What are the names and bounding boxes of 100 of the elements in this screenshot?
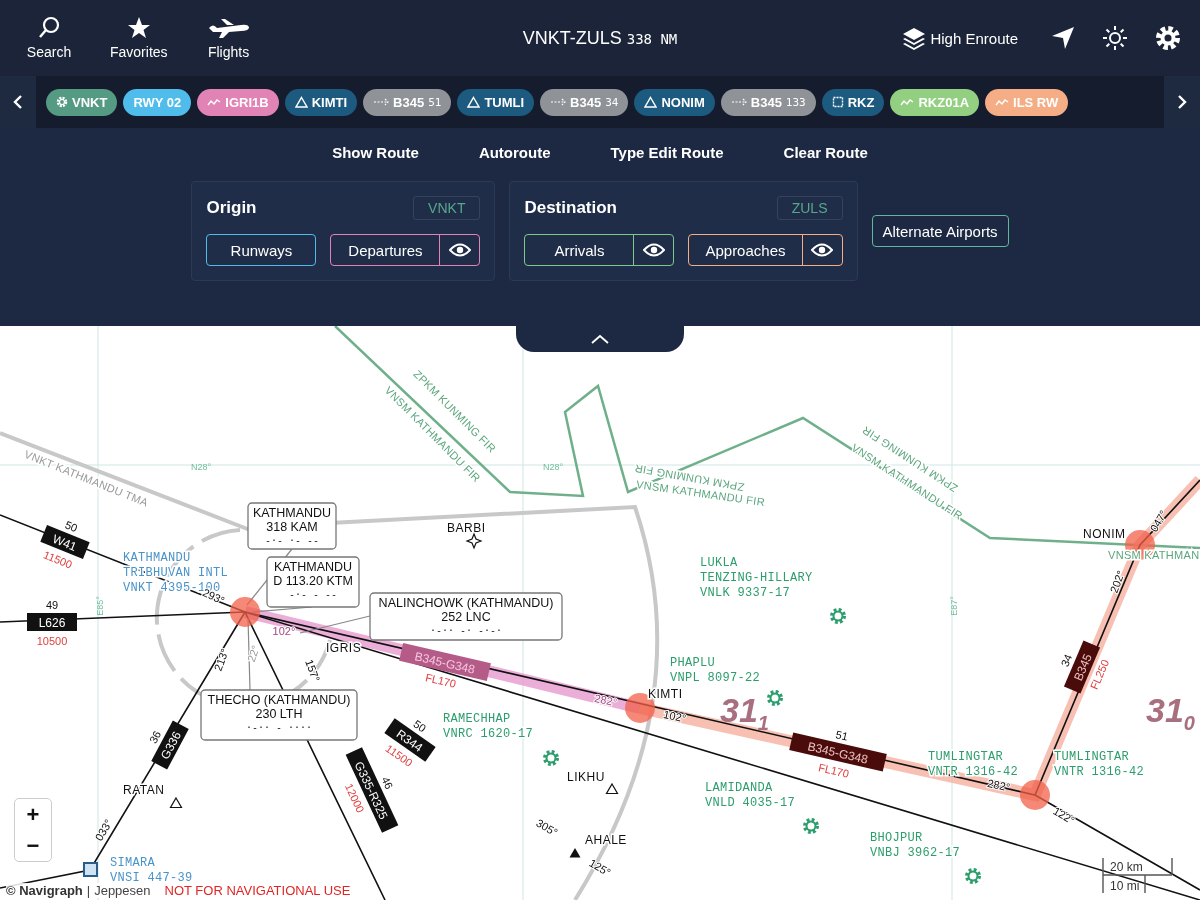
procedure-button[interactable]: Arrivals <box>525 235 634 265</box>
scale-label: 10 mi <box>1110 879 1140 893</box>
morse-code: ·-·· - ···· <box>245 722 313 733</box>
course-label: 282° <box>986 776 1012 794</box>
eye-icon <box>448 243 471 257</box>
layer-button[interactable]: High Enroute <box>896 25 1024 51</box>
route-action-button[interactable]: Autoroute <box>466 140 563 165</box>
gear-icon <box>830 608 846 624</box>
star-icon <box>126 16 151 40</box>
grid-label: N28° <box>542 462 564 472</box>
airport-symbol <box>83 862 98 877</box>
airport-label: TUMLINGTAR VNTR 1316-42 <box>1054 750 1144 779</box>
triangle-icon <box>467 96 481 108</box>
scroll-right-button[interactable] <box>1164 76 1200 128</box>
route-chip[interactable]: NONIM <box>634 88 715 116</box>
route-chip[interactable]: RKZ <box>821 88 885 116</box>
route-point-marker[interactable] <box>1020 780 1050 810</box>
procedure-button[interactable]: Runways <box>207 235 316 265</box>
toolbar-button[interactable]: Search <box>18 10 80 66</box>
dotted-arrow-icon <box>373 98 390 106</box>
dotted-arrow-icon <box>730 98 747 106</box>
brightness-icon[interactable] <box>1102 25 1128 51</box>
map-drawing[interactable] <box>0 326 1200 900</box>
copyright-text: © Navigraph <box>6 883 83 898</box>
waypoint-label: LIKHU <box>567 770 605 784</box>
airport-label: RAMECHHAP VNRC 1620-17 <box>443 712 533 741</box>
navaid-frequency: 230 LTH <box>255 707 303 721</box>
scale-bar <box>1102 857 1173 894</box>
square-icon <box>831 96 844 108</box>
route-action-button[interactable]: Clear Route <box>771 140 880 165</box>
navaid-frequency: 318 KAM <box>266 520 318 534</box>
zigzag-icon <box>995 97 1010 107</box>
location-arrow-icon[interactable] <box>1050 25 1076 51</box>
course-label: 102° <box>272 625 296 637</box>
waypoint-triangle-icon <box>605 782 619 795</box>
settings-icon[interactable] <box>1154 24 1182 52</box>
waypoint-star-icon <box>465 532 483 550</box>
layers-icon <box>902 26 927 50</box>
route-action-button[interactable]: Type Edit Route <box>598 140 736 165</box>
navaid-name: NALINCHOWK (KATHMANDU) <box>378 596 554 610</box>
waypoint-label: NONIM <box>1083 527 1126 541</box>
collapse-panel-button[interactable] <box>516 326 684 352</box>
course-label: 22° <box>244 643 262 664</box>
chevron-left-icon <box>12 94 24 110</box>
waypoint-triangle-icon <box>569 848 581 858</box>
navaid-name: KATHMANDU <box>252 506 332 520</box>
search-icon <box>37 16 61 40</box>
toolbar-button[interactable]: Flights <box>197 10 260 66</box>
course-label: 282° <box>593 691 619 709</box>
provider-text: Jeppesen <box>94 883 151 898</box>
waypoint-label: KIMTI <box>648 687 683 701</box>
course-label: 102° <box>662 707 688 725</box>
chevron-right-icon <box>1176 94 1188 110</box>
separator-text: | <box>86 883 91 898</box>
grid-label: E87° <box>949 596 959 616</box>
airport-label: LAMIDANDA VNLD 4035-17 <box>705 781 795 810</box>
gear-icon <box>543 750 559 766</box>
dotted-arrow-icon <box>550 98 567 106</box>
zigzag-icon <box>207 97 222 107</box>
warning-text: NOT FOR NAVIGATIONAL USE <box>164 883 351 898</box>
gear-icon <box>965 868 981 884</box>
airport-label: BHOJPUR VNBJ 3962-17 <box>870 831 960 860</box>
navaid-frequency: D 113.20 KTM <box>273 574 353 588</box>
route-point-marker[interactable] <box>230 597 260 627</box>
gear-icon <box>803 818 819 834</box>
procedure-button[interactable]: Departures <box>331 235 440 265</box>
airway-label: L626 <box>27 613 77 631</box>
navaid-frequency: 252 LNC <box>441 610 491 624</box>
morse-code: -·- ·- -- <box>264 535 320 546</box>
course-label: 122° <box>1051 804 1077 827</box>
route-chip[interactable]: KIMTI <box>284 88 358 116</box>
toolbar-button[interactable]: Favorites <box>102 10 176 66</box>
airport-label: PHAPLU VNPL 8097-22 <box>670 656 760 685</box>
course-label: 125° <box>587 856 613 879</box>
navaid-name: KATHMANDU <box>273 560 353 574</box>
card-title: Destination <box>524 198 617 218</box>
airway-altitude: 10500 <box>36 635 68 647</box>
eye-icon <box>811 243 833 257</box>
grid-label: E85° <box>95 596 105 616</box>
airport-code: ZULS <box>776 196 843 220</box>
route-title: VNKT-ZULS 338 NM <box>522 27 678 49</box>
waypoint-label: AHALE <box>585 833 627 847</box>
airport-label: SIMARA VNSI 447-39 <box>110 856 193 885</box>
leader-line <box>299 615 371 634</box>
card-title: Origin <box>206 198 257 218</box>
chevron-up-icon <box>591 334 609 344</box>
airway-distance: 49 <box>45 599 59 611</box>
scale-label: 20 km <box>1110 860 1143 874</box>
zigzag-icon <box>900 97 915 107</box>
scroll-left-button[interactable] <box>0 76 36 128</box>
course-label: 213° <box>211 646 231 673</box>
course-label: 305° <box>534 816 560 839</box>
route-chip[interactable]: TUMLI <box>457 88 535 116</box>
gear-icon <box>56 96 68 108</box>
course-label: 157° <box>303 657 323 684</box>
route-action-button[interactable]: Show Route <box>320 140 431 165</box>
alternate-airports-button[interactable]: Alternate Airports <box>871 215 1009 247</box>
procedure-button[interactable]: Approaches <box>689 235 802 265</box>
morse-code: -·- - -- <box>288 589 338 600</box>
grid-mora-label: 31$_{0}$ <box>1146 691 1195 734</box>
